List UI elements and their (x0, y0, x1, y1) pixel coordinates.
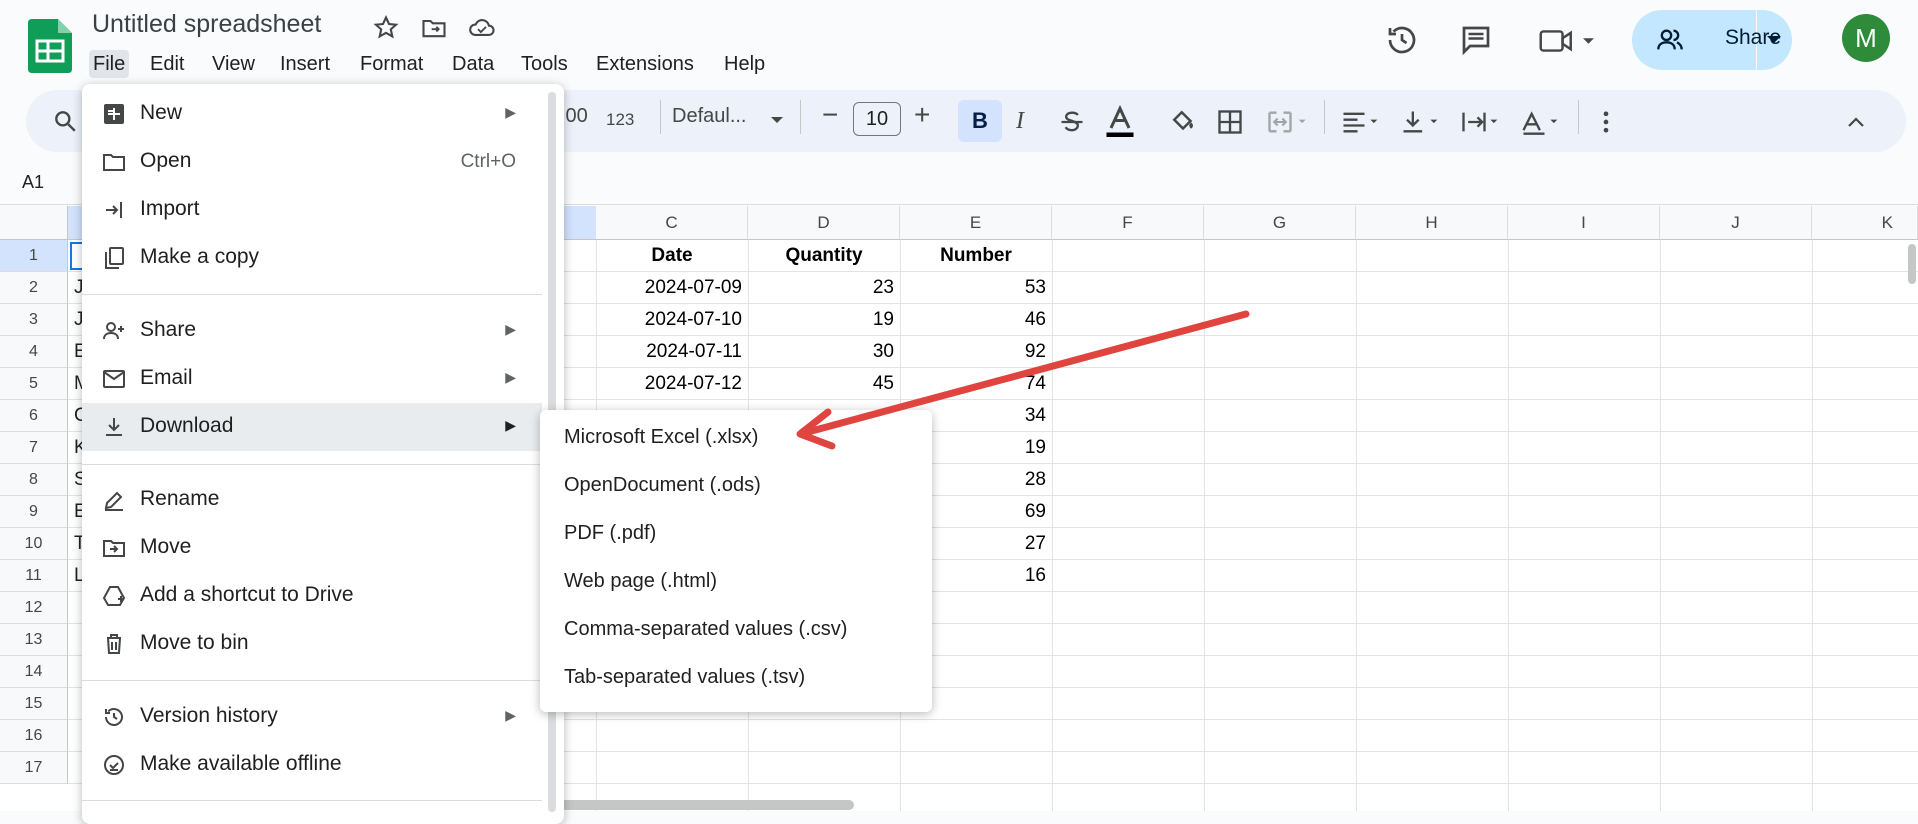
annotation-arrow (796, 310, 1250, 450)
